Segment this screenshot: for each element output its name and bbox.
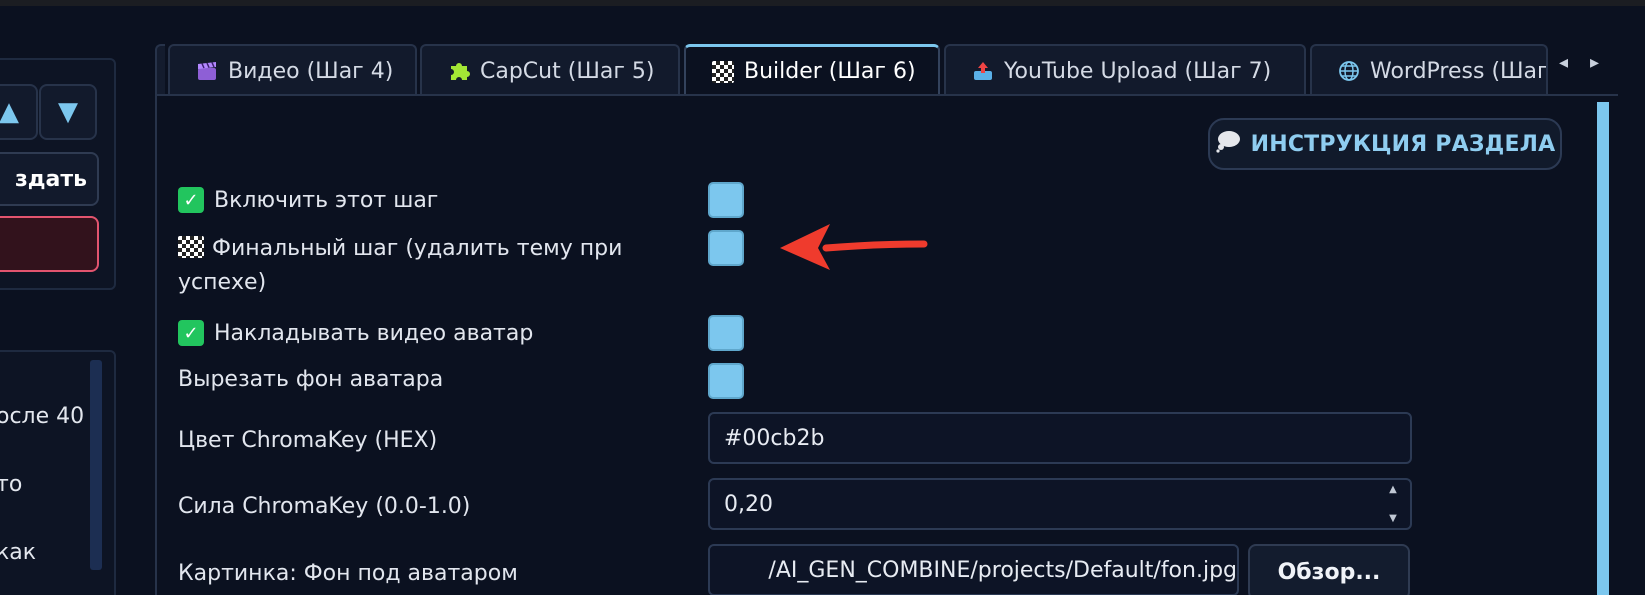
top-bar xyxy=(0,0,1645,6)
tab-label: Builder (Шаг 6) xyxy=(744,59,916,84)
overlay-avatar-text: Накладывать видео аватар xyxy=(214,320,534,346)
create-button[interactable]: здать xyxy=(0,152,99,206)
tab-label: WordPress (Шаг xyxy=(1370,58,1548,84)
check-mark-icon: ✓ xyxy=(178,320,204,346)
list-item[interactable]: как xyxy=(0,540,36,565)
chromakey-strength-spinbox[interactable]: 0,20 ▲ ▼ xyxy=(708,478,1412,530)
checkered-flag-icon xyxy=(178,236,204,258)
final-step-text-line1: Финальный шаг (удалить тему при xyxy=(212,236,623,261)
spinbox-arrows: ▲ ▼ xyxy=(1382,484,1404,524)
cut-background-text: Вырезать фон аватара xyxy=(178,367,444,392)
delete-button[interactable] xyxy=(0,216,99,272)
final-step-text-line2: успехе) xyxy=(178,270,267,295)
tab-video[interactable]: Видео (Шаг 4) xyxy=(168,44,417,96)
tab-scroll-left-icon[interactable]: ◂ xyxy=(1559,52,1568,73)
tab-wordpress[interactable]: WordPress (Шаг xyxy=(1310,44,1548,96)
overlay-avatar-checkbox[interactable] xyxy=(708,315,744,351)
enable-step-label: ✓ Включить этот шаг xyxy=(178,187,438,213)
tab-label: Видео (Шаг 4) xyxy=(228,58,394,84)
cut-background-checkbox[interactable] xyxy=(708,363,744,399)
chromakey-strength-label: Сила ChromaKey (0.0-1.0) xyxy=(178,494,470,519)
globe-icon xyxy=(1338,60,1360,82)
chromakey-strength-text: Сила ChromaKey (0.0-1.0) xyxy=(178,494,471,519)
browse-button[interactable]: Обзор... xyxy=(1248,544,1410,595)
background-image-text: Картинка: Фон под аватаром xyxy=(178,561,518,586)
move-up-button[interactable]: ▲ xyxy=(0,84,38,140)
tab-builder[interactable]: Builder (Шаг 6) xyxy=(684,44,940,96)
background-image-path-input[interactable]: /AI_GEN_COMBINE/projects/Default/fon.jpg xyxy=(708,544,1239,595)
checkered-flag-icon xyxy=(712,60,734,83)
tab-youtube-upload[interactable]: YouTube Upload (Шаг 7) xyxy=(944,44,1306,96)
list-item[interactable]: осле 40 xyxy=(0,404,84,429)
overlay-avatar-label: ✓ Накладывать видео аватар xyxy=(178,320,533,346)
up-arrow-icon: ▲ xyxy=(0,97,19,127)
browse-button-label: Обзор... xyxy=(1277,559,1381,585)
final-step-checkbox[interactable] xyxy=(708,230,744,266)
enable-step-checkbox[interactable] xyxy=(708,182,744,218)
section-instruction-label: ИНСТРУКЦИЯ РАЗДЕЛА xyxy=(1250,131,1556,157)
spin-up-icon[interactable]: ▲ xyxy=(1389,484,1397,495)
list-scrollbar[interactable] xyxy=(90,360,102,570)
chromakey-strength-value: 0,20 xyxy=(724,491,773,517)
check-mark-icon: ✓ xyxy=(178,187,204,213)
final-step-label: Финальный шаг (удалить тему при успехе) xyxy=(178,232,622,300)
chromakey-color-input[interactable]: #00cb2b xyxy=(708,412,1412,464)
puzzle-icon xyxy=(448,60,470,82)
chromakey-color-label: Цвет ChromaKey (HEX) xyxy=(178,428,437,453)
background-image-path-value: /AI_GEN_COMBINE/projects/Default/fon.jpg xyxy=(768,557,1237,583)
background-image-label: Картинка: Фон под аватаром xyxy=(178,561,518,586)
tab-capcut[interactable]: CapCut (Шаг 5) xyxy=(420,44,680,96)
tab-scroll-right-icon[interactable]: ▸ xyxy=(1590,52,1599,73)
down-arrow-icon: ▼ xyxy=(58,97,78,127)
red-arrow-annotation xyxy=(780,224,928,270)
spin-down-icon[interactable]: ▼ xyxy=(1389,513,1397,524)
tab-label: YouTube Upload (Шаг 7) xyxy=(1004,58,1272,84)
cut-background-label: Вырезать фон аватара xyxy=(178,367,443,392)
chromakey-color-value: #00cb2b xyxy=(724,425,825,451)
move-down-button[interactable]: ▼ xyxy=(39,84,97,140)
list-item[interactable]: то xyxy=(0,472,22,497)
enable-step-text: Включить этот шаг xyxy=(214,187,439,213)
content-scrollbar[interactable] xyxy=(1597,102,1609,595)
section-instruction-button[interactable]: ИНСТРУКЦИЯ РАЗДЕЛА xyxy=(1208,118,1562,170)
chromakey-color-text: Цвет ChromaKey (HEX) xyxy=(178,428,438,453)
create-button-label: здать xyxy=(14,166,87,192)
thought-balloon-icon xyxy=(1215,129,1241,159)
outbox-tray-icon xyxy=(972,60,994,82)
tab-label: CapCut (Шаг 5) xyxy=(480,58,655,84)
clapperboard-icon xyxy=(196,60,218,82)
tab-overflow-edge xyxy=(155,44,165,96)
